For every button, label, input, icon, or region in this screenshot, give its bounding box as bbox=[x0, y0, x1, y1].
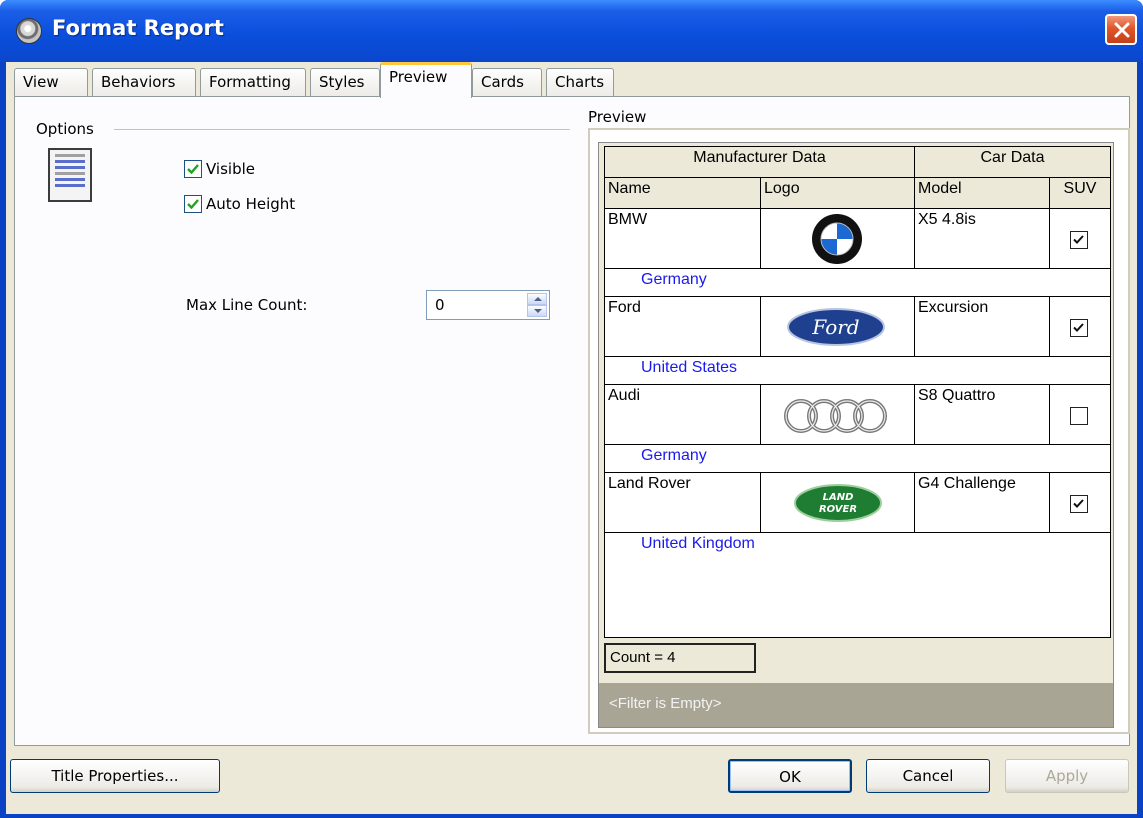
suv-checkbox[interactable] bbox=[1070, 495, 1088, 513]
preview-frame: Manufacturer Data Car Data Name Logo Mod… bbox=[588, 128, 1130, 734]
table-cell-name[interactable]: BMW bbox=[604, 208, 761, 269]
tab-label: View bbox=[23, 73, 59, 91]
cancel-button[interactable]: Cancel bbox=[866, 759, 990, 793]
column-header-model[interactable]: Model bbox=[914, 177, 1050, 209]
svg-text:ROVER: ROVER bbox=[819, 504, 857, 515]
table-cell-logo[interactable] bbox=[760, 208, 915, 269]
table-cell-suv[interactable] bbox=[1049, 208, 1111, 269]
table-cell-country[interactable]: United States bbox=[604, 356, 1111, 385]
tab-label: Styles bbox=[319, 73, 365, 91]
table-cell-logo[interactable] bbox=[760, 384, 915, 445]
tab-label: Preview bbox=[389, 68, 448, 86]
svg-text:LAND: LAND bbox=[823, 492, 854, 503]
band-header-car-data: Car Data bbox=[914, 146, 1111, 178]
tab-cards[interactable]: Cards bbox=[472, 68, 542, 97]
suv-checkbox[interactable] bbox=[1070, 319, 1088, 337]
spin-down-arrow-icon[interactable] bbox=[527, 305, 547, 317]
table-cell-country[interactable]: Germany bbox=[604, 268, 1111, 297]
apply-button[interactable]: Apply bbox=[1005, 759, 1129, 793]
max-line-count-label: Max Line Count: bbox=[186, 296, 308, 314]
tab-behaviors[interactable]: Behaviors bbox=[92, 68, 196, 97]
suv-checkbox[interactable] bbox=[1070, 407, 1088, 425]
close-icon bbox=[1114, 22, 1130, 38]
table-cell-suv[interactable] bbox=[1049, 296, 1111, 357]
land-rover-logo-icon: LAND ROVER bbox=[794, 484, 882, 522]
tab-preview[interactable]: Preview bbox=[380, 62, 472, 98]
table-cell-suv[interactable] bbox=[1049, 472, 1111, 533]
table-cell-name[interactable]: Audi bbox=[604, 384, 761, 445]
max-line-count-value[interactable]: 0 bbox=[435, 296, 445, 314]
spin-up-arrow-icon[interactable] bbox=[527, 293, 547, 305]
tab-label: Charts bbox=[555, 73, 605, 91]
table-cell-name[interactable]: Land Rover bbox=[604, 472, 761, 533]
preview-heading: Preview bbox=[588, 108, 647, 126]
visible-label: Visible bbox=[206, 160, 255, 178]
empty-grid-area bbox=[604, 560, 1111, 638]
title-bar[interactable]: Format Report bbox=[0, 0, 1143, 62]
tab-formatting[interactable]: Formatting bbox=[200, 68, 306, 97]
close-button[interactable] bbox=[1105, 14, 1137, 45]
ford-logo-icon: Ford bbox=[787, 308, 885, 346]
band-header-manufacturer: Manufacturer Data bbox=[604, 146, 915, 178]
format-report-window: Format Report View Behaviors Formatting … bbox=[0, 0, 1143, 818]
tab-label: Cards bbox=[481, 73, 524, 91]
window-title: Format Report bbox=[52, 16, 224, 40]
table-cell-logo[interactable]: LAND ROVER bbox=[760, 472, 915, 533]
report-layout-icon bbox=[48, 148, 92, 202]
tab-label: Behaviors bbox=[101, 73, 176, 91]
suv-checkbox[interactable] bbox=[1070, 231, 1088, 249]
dialog-body: View Behaviors Formatting Styles Preview… bbox=[6, 62, 1137, 814]
visible-checkbox[interactable] bbox=[184, 160, 202, 178]
table-cell-country[interactable]: Germany bbox=[604, 444, 1111, 473]
table-cell-name[interactable]: Ford bbox=[604, 296, 761, 357]
auto-height-label: Auto Height bbox=[206, 195, 296, 213]
ok-button[interactable]: OK bbox=[728, 759, 852, 793]
table-cell-model[interactable]: S8 Quattro bbox=[914, 384, 1050, 445]
table-cell-model[interactable]: Excursion bbox=[914, 296, 1050, 357]
table-cell-country[interactable]: United Kingdom bbox=[604, 532, 1111, 561]
options-divider bbox=[114, 129, 570, 131]
svg-text:Ford: Ford bbox=[811, 315, 859, 339]
checkmark-icon bbox=[1073, 235, 1084, 244]
auto-height-checkbox[interactable] bbox=[184, 195, 202, 213]
options-heading: Options bbox=[36, 120, 94, 138]
max-line-count-stepper[interactable]: 0 bbox=[426, 290, 550, 320]
footer-count: Count = 4 bbox=[604, 643, 756, 673]
checkmark-icon bbox=[1073, 499, 1084, 508]
checkmark-icon bbox=[187, 164, 199, 175]
column-header-logo[interactable]: Logo bbox=[760, 177, 915, 209]
column-header-suv[interactable]: SUV bbox=[1049, 177, 1111, 209]
tab-view[interactable]: View bbox=[14, 68, 88, 97]
app-icon bbox=[16, 18, 42, 44]
tab-charts[interactable]: Charts bbox=[546, 68, 614, 97]
table-cell-logo[interactable]: Ford bbox=[760, 296, 915, 357]
title-properties-button[interactable]: Title Properties... bbox=[10, 759, 220, 793]
column-header-name[interactable]: Name bbox=[604, 177, 761, 209]
checkmark-icon bbox=[1073, 323, 1084, 332]
tab-label: Formatting bbox=[209, 73, 291, 91]
audi-logo-icon bbox=[784, 399, 887, 433]
checkmark-icon bbox=[187, 199, 199, 210]
report-grid[interactable]: Manufacturer Data Car Data Name Logo Mod… bbox=[598, 142, 1114, 728]
table-cell-suv[interactable] bbox=[1049, 384, 1111, 445]
table-cell-model[interactable]: X5 4.8is bbox=[914, 208, 1050, 269]
tab-styles[interactable]: Styles bbox=[310, 68, 380, 97]
filter-bar[interactable]: <Filter is Empty> bbox=[599, 683, 1113, 727]
bmw-logo-icon bbox=[812, 214, 862, 264]
table-cell-model[interactable]: G4 Challenge bbox=[914, 472, 1050, 533]
spin-buttons bbox=[527, 293, 547, 317]
